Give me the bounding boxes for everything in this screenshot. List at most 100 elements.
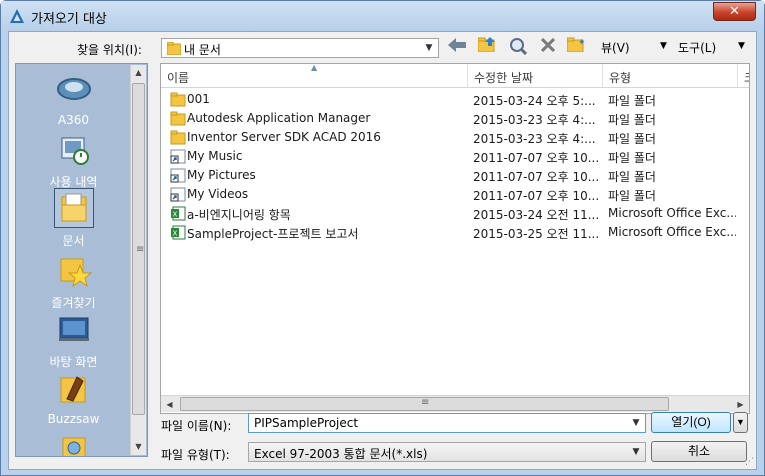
place-buzzsaw[interactable]: Buzzsaw xyxy=(16,369,131,426)
file-name: My Videos xyxy=(187,187,249,201)
places-scrollbar[interactable]: ▲ ≡ ▼ xyxy=(130,65,146,455)
file-type: 파일 폴더 xyxy=(608,151,656,165)
scroll-down-icon[interactable]: ▼ xyxy=(131,439,146,455)
file-row[interactable]: 001 2015-03-24 오후 5:... 파일 폴더 xyxy=(161,90,749,109)
file-row[interactable]: X SampleProject-프로젝트 보고서 2015-03-25 오전 11.… xyxy=(161,223,749,242)
place-favorites[interactable]: 즐겨찾기 xyxy=(16,251,131,311)
shortcut-icon xyxy=(170,168,186,183)
filename-input[interactable]: PIPSampleProject ▼ xyxy=(248,413,646,433)
documents-folder-icon xyxy=(53,188,94,228)
up-folder-icon[interactable] xyxy=(476,37,498,59)
svg-text:X: X xyxy=(173,230,178,238)
filetype-value: Excel 97-2003 통합 문서(*.xls) xyxy=(254,447,428,461)
column-header-type[interactable]: 유형 xyxy=(603,64,738,88)
ftp-folder-icon xyxy=(62,437,85,456)
tools-menu[interactable]: 도구(L) xyxy=(678,39,716,56)
look-in-dropdown[interactable]: 내 문서 ▼ xyxy=(161,38,439,58)
column-header-date[interactable]: 수정한 날짜 xyxy=(468,64,603,88)
file-row[interactable]: Autodesk Application Manager 2015-03-23 오… xyxy=(161,109,749,128)
file-row[interactable]: My Music 2011-07-07 오후 10... 파일 폴더 xyxy=(161,147,749,166)
open-button[interactable]: 열기(O) xyxy=(651,412,731,433)
resize-grip-icon[interactable]: ⋰ xyxy=(745,457,754,467)
search-web-icon[interactable] xyxy=(507,37,529,59)
file-date: 2015-03-24 오후 5:... xyxy=(473,94,596,108)
file-date: 2015-03-24 오전 11... xyxy=(473,208,600,222)
file-type: 파일 폴더 xyxy=(608,132,656,146)
look-in-value: 내 문서 xyxy=(184,43,221,57)
shortcut-icon xyxy=(170,149,186,164)
shortcut-icon xyxy=(170,187,186,202)
back-arrow-icon[interactable] xyxy=(446,37,468,59)
file-type: 파일 폴더 xyxy=(608,170,656,184)
place-label: 사용 내역 xyxy=(49,175,98,189)
file-type: Microsoft Office Exc... xyxy=(608,225,736,239)
scroll-thumb[interactable]: ≡ xyxy=(180,397,669,411)
history-icon xyxy=(61,137,89,165)
file-row[interactable]: My Pictures 2011-07-07 오후 10... 파일 폴더 xyxy=(161,166,749,185)
autocad-logo-icon xyxy=(10,9,24,23)
horizontal-scrollbar[interactable]: ◀ ≡ ▶ xyxy=(161,395,749,412)
place-history[interactable]: 사용 내역 xyxy=(16,130,131,190)
folder-icon xyxy=(170,130,186,145)
tools-label: 도구(L) xyxy=(678,41,717,55)
look-in-label: 찾을 위치(I): xyxy=(77,43,142,57)
file-name: SampleProject-프로젝트 보고서 xyxy=(187,227,359,241)
folder-icon xyxy=(167,42,181,55)
file-date: 2015-03-23 오후 4:... xyxy=(473,132,596,146)
chevron-down-icon[interactable]: ▼ xyxy=(422,41,436,55)
a360-icon xyxy=(56,78,91,100)
title-bar: 가져오기 대상 ✕ xyxy=(1,1,764,31)
place-a360[interactable]: A360 xyxy=(16,70,131,127)
views-menu[interactable]: 뷰(V) xyxy=(601,39,630,56)
filetype-dropdown[interactable]: Excel 97-2003 통합 문서(*.xls) ▼ xyxy=(248,442,646,462)
views-chevron-down-icon[interactable]: ▼ xyxy=(660,41,667,51)
file-date: 2015-03-25 오전 11... xyxy=(473,227,600,241)
chevron-down-icon[interactable]: ▼ xyxy=(629,416,643,430)
place-documents[interactable]: 문서 xyxy=(16,188,131,249)
file-date: 2015-03-23 오후 4:... xyxy=(473,113,596,127)
window-title: 가져오기 대상 xyxy=(31,12,107,27)
excel-file-icon: X xyxy=(170,206,186,221)
file-row[interactable]: My Videos 2011-07-07 오후 10... 파일 폴더 xyxy=(161,185,749,204)
column-header-name[interactable]: ▲ 이름 xyxy=(161,64,468,88)
tools-chevron-down-icon[interactable]: ▼ xyxy=(738,41,745,51)
file-date: 2011-07-07 오후 10... xyxy=(473,170,600,184)
chevron-down-icon[interactable]: ▼ xyxy=(629,445,643,459)
file-row[interactable]: Inventor Server SDK ACAD 2016 2015-03-23 … xyxy=(161,128,749,147)
place-more[interactable] xyxy=(16,428,131,456)
scroll-thumb[interactable]: ≡ xyxy=(132,83,145,415)
open-options-chevron-icon[interactable]: ▼ xyxy=(733,412,748,433)
place-label: 즐겨찾기 xyxy=(51,296,96,310)
place-desktop[interactable]: 바탕 화면 xyxy=(16,310,131,370)
file-name: My Pictures xyxy=(187,168,256,182)
favorites-icon xyxy=(60,258,92,288)
file-type: 파일 폴더 xyxy=(608,189,656,203)
views-label: 뷰(V) xyxy=(601,41,630,55)
dialog-body: 찾을 위치(I): 내 문서 ▼ ✦ 뷰(V) ▼ 도구(L) ▼ A360 사… xyxy=(8,31,757,470)
excel-file-icon: X xyxy=(170,225,186,240)
place-label: 바탕 화면 xyxy=(49,355,98,369)
import-dialog: 가져오기 대상 ✕ 찾을 위치(I): 내 문서 ▼ ✦ 뷰(V) ▼ 도구(L… xyxy=(0,0,765,476)
svg-text:X: X xyxy=(173,211,178,219)
file-row[interactable]: Xa-비엔지니어링 항목 2015-03-24 오전 11... Microsoft… xyxy=(161,204,749,223)
file-name: a-비엔지니어링 항목 xyxy=(187,208,291,222)
file-list: ▲ 이름 수정한 날짜 유형 크 001 2015-03-24 오후 5:... 파… xyxy=(160,63,750,414)
scroll-right-icon[interactable]: ▶ xyxy=(732,396,749,413)
place-label: A360 xyxy=(57,113,90,127)
sort-ascending-icon: ▲ xyxy=(311,64,318,72)
file-type: 파일 폴더 xyxy=(608,113,656,127)
svg-text:✦: ✦ xyxy=(578,38,585,48)
place-label: Buzzsaw xyxy=(47,412,100,426)
delete-icon[interactable] xyxy=(537,37,559,59)
filetype-label: 파일 유형(T): xyxy=(161,448,230,462)
place-label: 문서 xyxy=(62,234,85,248)
cancel-button[interactable]: 취소 xyxy=(651,441,747,462)
desktop-icon xyxy=(58,317,89,341)
new-folder-icon[interactable]: ✦ xyxy=(565,37,587,59)
file-date: 2011-07-07 오후 10... xyxy=(473,189,600,203)
close-button[interactable]: ✕ xyxy=(713,2,756,21)
column-header-size[interactable]: 크 xyxy=(738,64,749,88)
file-name: Autodesk Application Manager xyxy=(187,111,371,125)
scroll-left-icon[interactable]: ◀ xyxy=(161,396,178,413)
scroll-up-icon[interactable]: ▲ xyxy=(131,65,146,81)
